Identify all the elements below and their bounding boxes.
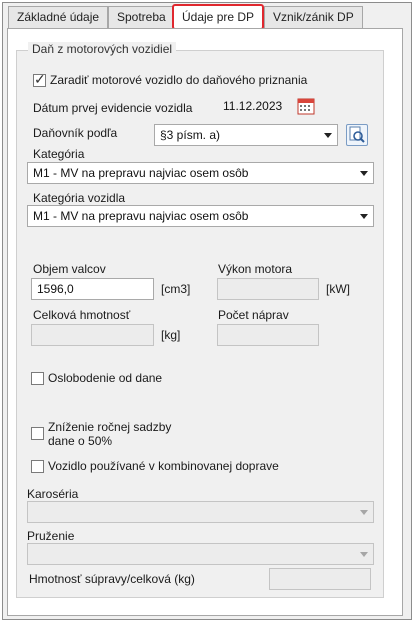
combined-transport-label: Vozidlo používané v kombinovanej doprave bbox=[48, 459, 279, 473]
vehicle-category-select-value: M1 - MV na prepravu najviac osem osôb bbox=[33, 209, 249, 223]
taxpayer-select-value: §3 písm. a) bbox=[160, 128, 221, 142]
body-type-label: Karoséria bbox=[27, 487, 79, 501]
rate-reduction-label-line2: dane o 50% bbox=[48, 434, 113, 448]
engine-power-unit: [kW] bbox=[326, 282, 350, 296]
tab-udaje-pre-dp[interactable]: Údaje pre DP bbox=[172, 4, 265, 30]
include-in-tax-return-label: Zaradiť motorové vozidlo do daňového pri… bbox=[50, 73, 308, 87]
tax-exemption-checkbox[interactable] bbox=[31, 372, 44, 385]
engine-volume-label: Objem valcov bbox=[33, 262, 106, 276]
category-select[interactable]: M1 - MV na prepravu najviac osem osôb bbox=[27, 162, 374, 184]
body-type-select[interactable] bbox=[27, 501, 374, 523]
engine-volume-unit: [cm3] bbox=[161, 282, 191, 296]
combined-transport-checkbox[interactable] bbox=[31, 460, 44, 473]
tab-spotreba[interactable]: Spotreba bbox=[108, 6, 175, 28]
group-title: Daň z motorových vozidiel bbox=[28, 42, 177, 56]
suspension-select[interactable] bbox=[27, 543, 374, 565]
tax-exemption-label: Oslobodenie od dane bbox=[48, 371, 163, 385]
magnifier-icon bbox=[349, 126, 365, 143]
first-registration-date-field[interactable]: 11.12.2023 bbox=[218, 96, 296, 118]
combo-weight-label: Hmotnosť súpravy/celková (kg) bbox=[29, 572, 195, 586]
rate-reduction-checkbox[interactable] bbox=[31, 427, 44, 440]
category-select-value: M1 - MV na prepravu najviac osem osôb bbox=[33, 166, 249, 180]
calendar-icon[interactable] bbox=[297, 97, 315, 115]
total-weight-input[interactable] bbox=[31, 324, 154, 346]
taxpayer-label: Daňovník podľa bbox=[33, 126, 118, 140]
rate-reduction-label-line1: Zníženie ročnej sadzby bbox=[48, 420, 172, 434]
category-label: Kategória bbox=[33, 147, 85, 161]
vehicle-category-select[interactable]: M1 - MV na prepravu najviac osem osôb bbox=[27, 205, 374, 227]
chevron-down-icon bbox=[360, 214, 368, 219]
chevron-down-icon bbox=[360, 552, 368, 557]
first-registration-label: Dátum prvej evidencie vozidla bbox=[33, 101, 193, 115]
total-weight-unit: [kg] bbox=[161, 328, 181, 342]
axle-count-input[interactable] bbox=[217, 324, 319, 346]
suspension-label: Pruženie bbox=[27, 529, 75, 543]
taxpayer-select[interactable]: §3 písm. a) bbox=[154, 124, 338, 146]
chevron-down-icon bbox=[360, 510, 368, 515]
engine-power-label: Výkon motora bbox=[218, 262, 293, 276]
include-in-tax-return-checkbox[interactable]: ✓ bbox=[33, 71, 46, 87]
engine-power-input[interactable] bbox=[217, 278, 319, 300]
total-weight-label: Celková hmotnosť bbox=[33, 308, 131, 322]
tab-zakladne-udaje[interactable]: Základné údaje bbox=[8, 6, 109, 28]
engine-volume-input[interactable]: 1596,0 bbox=[31, 278, 154, 300]
chevron-down-icon bbox=[324, 133, 332, 138]
axle-count-label: Počet náprav bbox=[218, 308, 289, 322]
combo-weight-input[interactable] bbox=[269, 568, 371, 590]
chevron-down-icon bbox=[360, 171, 368, 176]
checkmark-icon: ✓ bbox=[34, 71, 46, 87]
lookup-button[interactable] bbox=[346, 124, 368, 146]
vehicle-category-label: Kategória vozidla bbox=[33, 191, 126, 205]
tab-vznik-zanik-dp[interactable]: Vznik/zánik DP bbox=[264, 6, 363, 28]
